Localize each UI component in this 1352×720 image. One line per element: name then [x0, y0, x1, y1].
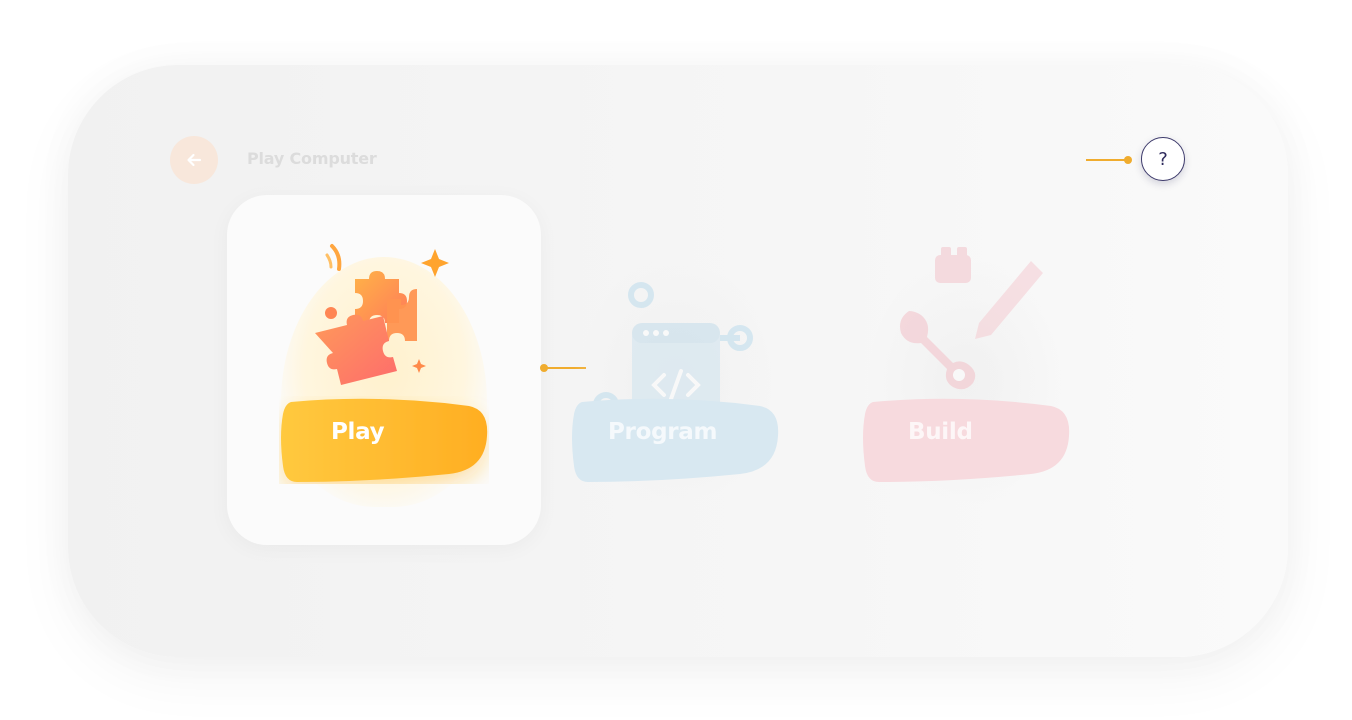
mode-card-build[interactable]: Build — [809, 195, 1123, 545]
tutorial-pointer-dot — [1124, 156, 1132, 164]
puzzle-icon — [315, 244, 449, 385]
help-button[interactable]: ? — [1141, 137, 1185, 181]
mode-card-play[interactable]: Play — [227, 195, 541, 545]
arrow-left-icon — [187, 153, 202, 167]
mode-label-program: Program — [608, 419, 718, 445]
tutorial-pointer-line — [1086, 159, 1126, 161]
question-mark-icon: ? — [1158, 148, 1168, 170]
back-button[interactable] — [170, 136, 218, 184]
mode-label-build: Build — [908, 419, 973, 445]
wrench-pencil-icon — [900, 247, 1043, 390]
page-title: Play Computer — [247, 149, 377, 168]
code-window-icon — [593, 282, 753, 405]
mode-card-program[interactable]: Program — [518, 195, 832, 545]
mode-label-play: Play — [331, 419, 385, 445]
